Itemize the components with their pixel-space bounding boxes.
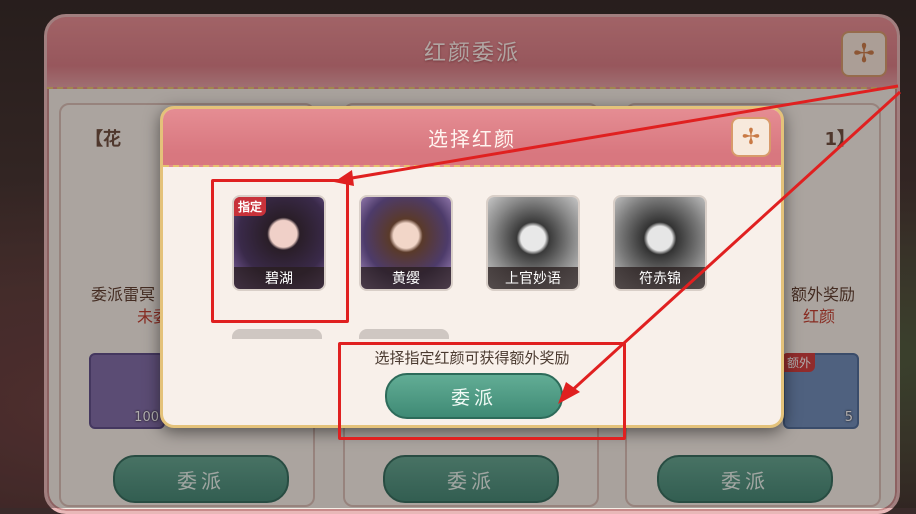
modal-header: 选择红颜 ✢ bbox=[163, 109, 781, 167]
portrait-partial[interactable] bbox=[232, 329, 322, 339]
modal-close-button[interactable]: ✢ bbox=[731, 117, 771, 157]
portrait-huangying[interactable]: 黄缨 bbox=[359, 195, 453, 291]
portrait-name: 符赤锦 bbox=[615, 267, 705, 289]
dispatch-highlight-frame bbox=[338, 342, 626, 440]
modal-title: 选择红颜 bbox=[428, 127, 516, 151]
close-star-icon: ✢ bbox=[741, 124, 761, 150]
portrait-partial[interactable] bbox=[359, 329, 449, 339]
portrait-shangguan-miaoyu[interactable]: 上官妙语 bbox=[486, 195, 580, 291]
portrait-name: 黄缨 bbox=[361, 267, 451, 289]
portrait-fu-chijin[interactable]: 符赤锦 bbox=[613, 195, 707, 291]
portrait-name: 上官妙语 bbox=[488, 267, 578, 289]
selected-highlight-frame bbox=[211, 179, 349, 323]
